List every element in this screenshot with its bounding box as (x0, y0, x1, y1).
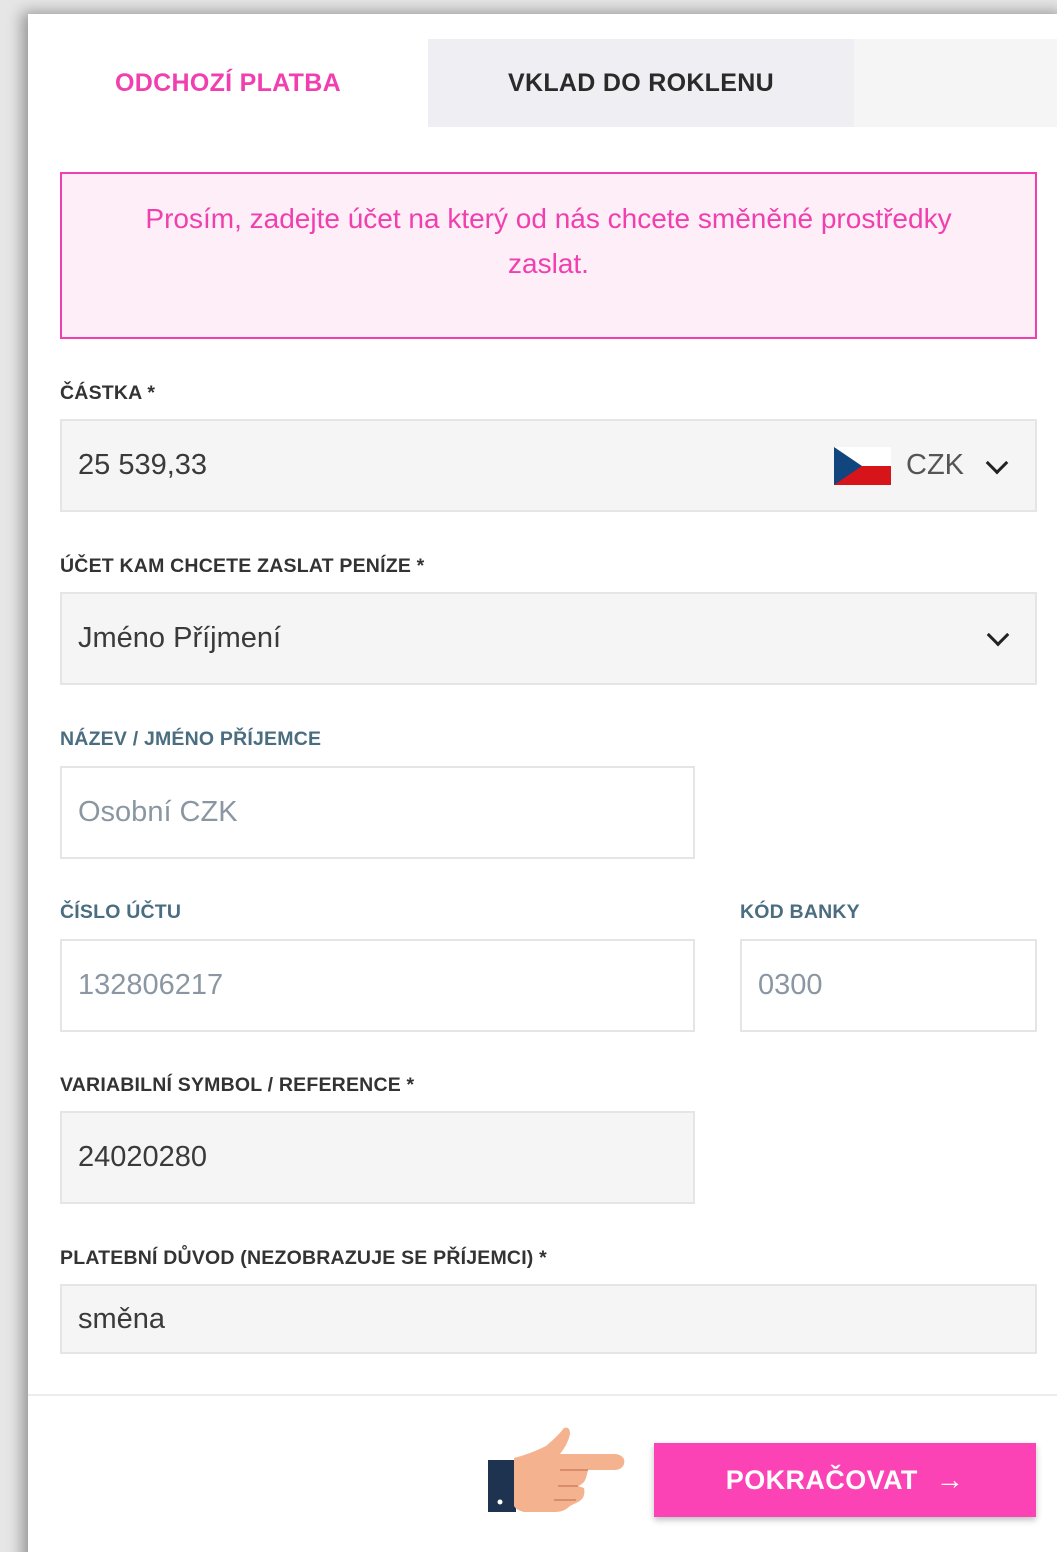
tab-outgoing-payment-label: ODCHOZÍ PLATBA (115, 68, 341, 97)
info-alert: Prosím, zadejte účet na který od nás chc… (60, 172, 1037, 339)
recipient-name-label: NÁZEV / JMÉNO PŘÍJEMCE (60, 728, 322, 750)
recipient-name-placeholder: Osobní CZK (78, 796, 238, 828)
payment-reason-field[interactable]: směna (60, 1284, 1037, 1354)
tab-bar: ODCHOZÍ PLATBA VKLAD DO ROKLENU (28, 39, 1057, 127)
payment-reason-value: směna (78, 1302, 166, 1335)
chevron-down-icon[interactable] (985, 451, 1009, 475)
footer-divider (28, 1394, 1057, 1396)
bank-code-label: KÓD BANKY (740, 901, 860, 923)
account-number-field[interactable]: 132806217 (60, 939, 695, 1032)
account-number-label: ČÍSLO ÚČTU (60, 901, 182, 923)
continue-button-label: POKRAČOVAT (725, 1464, 918, 1495)
amount-field[interactable]: 25 539,33 CZK (60, 419, 1037, 512)
czech-flag-icon (834, 447, 891, 485)
variable-symbol-value: 24020280 (78, 1141, 208, 1173)
amount-label: ČÁSTKA * (60, 382, 156, 404)
arrow-right-icon: → (935, 1464, 965, 1495)
account-select[interactable]: Jméno Příjmení (60, 592, 1037, 685)
account-select-value: Jméno Příjmení (78, 622, 282, 654)
payment-reason-label: PLATEBNÍ DŮVOD (NEZOBRAZUJE SE PŘÍJEMCI)… (60, 1247, 547, 1269)
recipient-name-field[interactable]: Osobní CZK (60, 766, 695, 859)
tab-deposit-label: VKLAD DO ROKLENU (508, 68, 774, 97)
account-number-placeholder: 132806217 (78, 969, 224, 1001)
payment-form-panel: ODCHOZÍ PLATBA VKLAD DO ROKLENU Prosím, … (28, 14, 1057, 1552)
currency-code: CZK (906, 449, 964, 481)
bank-code-placeholder: 0300 (758, 969, 823, 1001)
pointing-hand-icon (488, 1427, 625, 1512)
amount-value: 25 539,33 (78, 449, 208, 481)
tab-deposit[interactable]: VKLAD DO ROKLENU (428, 39, 854, 127)
account-label: ÚČET KAM CHCETE ZASLAT PENÍZE * (60, 555, 425, 577)
info-alert-text: Prosím, zadejte účet na který od nás chc… (145, 203, 952, 279)
bank-code-field[interactable]: 0300 (740, 939, 1037, 1032)
variable-symbol-field[interactable]: 24020280 (60, 1111, 695, 1204)
tab-outgoing-payment[interactable]: ODCHOZÍ PLATBA (28, 39, 428, 127)
tab-bar-filler (854, 39, 1057, 127)
chevron-down-icon[interactable] (986, 623, 1010, 647)
variable-symbol-label: VARIABILNÍ SYMBOL / REFERENCE * (60, 1074, 415, 1096)
continue-button[interactable]: POKRAČOVAT → (654, 1443, 1036, 1517)
